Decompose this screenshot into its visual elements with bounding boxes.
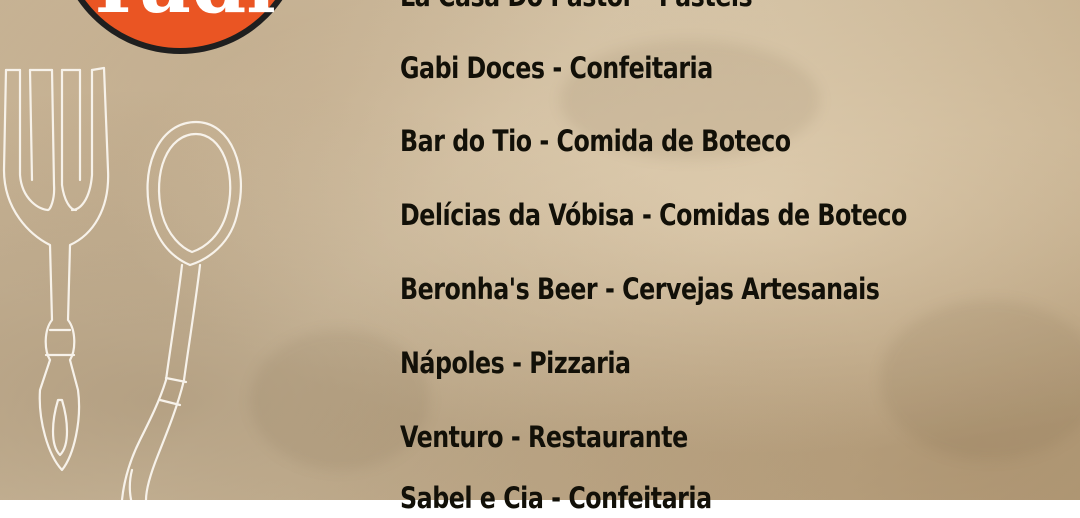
list-item: Gabi Doces - Confeitaria [400,51,713,85]
list-item: Nápoles - Pizzaria [400,346,631,380]
spoon-icon [120,120,242,500]
list-item: Bar do Tio - Comida de Boteco [400,124,791,158]
logo: Tudi [52,0,308,58]
list-item: Venturo - Restaurante [400,420,688,454]
logo-text: Tudi [84,0,276,31]
list-item: Sabel e Cia - Confeitaria [400,481,712,515]
list-item: Beronha's Beer - Cervejas Artesanais [400,272,880,306]
cutlery-illustration [2,66,242,500]
restaurant-list: La Casa Do Pastor - Pastéis Gabi Doces -… [400,0,1080,515]
fork-icon [2,66,110,472]
logo-badge-icon: Tudi [77,0,283,54]
list-item: La Casa Do Pastor - Pastéis [400,0,753,16]
list-item: Delícias da Vóbisa - Comidas de Boteco [400,198,907,232]
